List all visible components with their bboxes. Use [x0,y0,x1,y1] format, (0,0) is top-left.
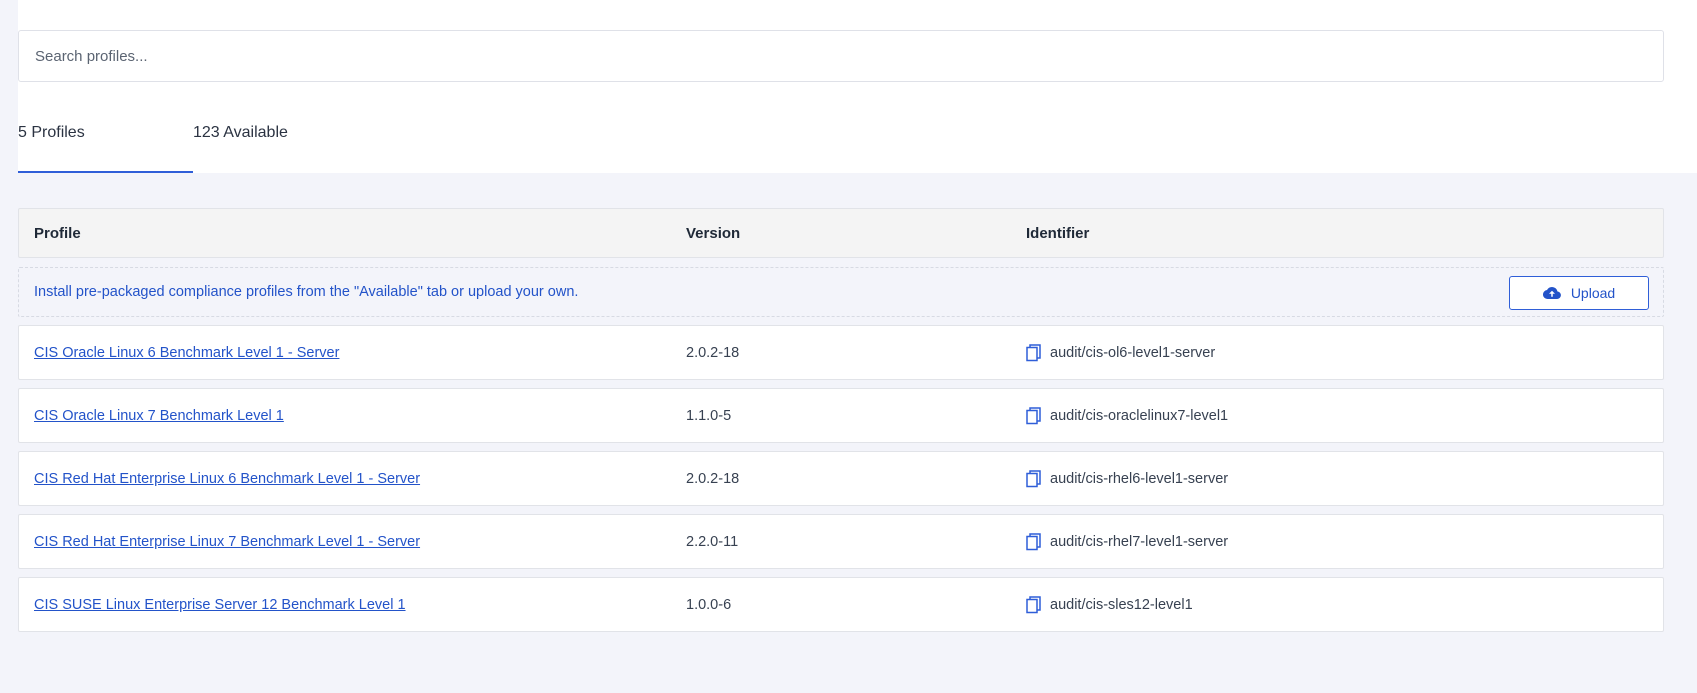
copy-icon[interactable] [1026,469,1042,488]
header-identifier: Identifier [1026,224,1090,242]
upload-label: Upload [1570,285,1616,301]
search-input[interactable] [19,31,1663,81]
profile-identifier: audit/cis-rhel7-level1-server [1026,532,1229,551]
profile-version: 2.0.2-18 [686,344,740,361]
profiles-table: Profile Version Identifier Install pre-p… [18,208,1664,632]
profile-tabs: 5 Profiles 123 Available [18,118,288,173]
profile-identifier: audit/cis-rhel6-level1-server [1026,469,1229,488]
profile-identifier: audit/cis-oraclelinux7-level1 [1026,406,1229,425]
profile-version: 1.1.0-5 [686,407,732,424]
profile-identifier: audit/cis-sles12-level1 [1026,595,1193,614]
search-box[interactable] [18,30,1664,82]
profile-link[interactable]: CIS Red Hat Enterprise Linux 7 Benchmark… [34,534,420,550]
table-row: CIS Red Hat Enterprise Linux 7 Benchmark… [18,514,1664,569]
profile-version: 1.0.0-6 [686,596,732,613]
profile-link[interactable]: CIS Oracle Linux 6 Benchmark Level 1 - S… [34,345,339,361]
profile-version: 2.0.2-18 [686,470,740,487]
profile-link[interactable]: CIS SUSE Linux Enterprise Server 12 Benc… [34,597,406,613]
profile-identifier: audit/cis-ol6-level1-server [1026,343,1216,362]
table-row: CIS Oracle Linux 7 Benchmark Level 1 1.1… [18,388,1664,443]
identifier-text: audit/cis-rhel7-level1-server [1050,533,1229,550]
copy-icon[interactable] [1026,595,1042,614]
copy-icon[interactable] [1026,406,1042,425]
identifier-text: audit/cis-oraclelinux7-level1 [1050,407,1229,424]
cloud-upload-icon [1542,286,1561,300]
table-header: Profile Version Identifier [18,208,1664,258]
left-edge [0,0,18,693]
copy-icon[interactable] [1026,532,1042,551]
profile-link[interactable]: CIS Red Hat Enterprise Linux 6 Benchmark… [34,471,420,487]
table-row: CIS SUSE Linux Enterprise Server 12 Benc… [18,577,1664,632]
identifier-text: audit/cis-sles12-level1 [1050,596,1193,613]
upload-button[interactable]: Upload [1509,276,1649,310]
table-row: CIS Red Hat Enterprise Linux 6 Benchmark… [18,451,1664,506]
table-row: CIS Oracle Linux 6 Benchmark Level 1 - S… [18,325,1664,380]
copy-icon[interactable] [1026,343,1042,362]
banner-text: Install pre-packaged compliance profiles… [34,284,579,300]
identifier-text: audit/cis-rhel6-level1-server [1050,470,1229,487]
profile-version: 2.2.0-11 [686,533,739,550]
header-version: Version [686,224,741,242]
install-banner: Install pre-packaged compliance profiles… [18,267,1664,317]
tab-profiles[interactable]: 5 Profiles [18,118,193,173]
profile-link[interactable]: CIS Oracle Linux 7 Benchmark Level 1 [34,408,284,424]
tab-available[interactable]: 123 Available [193,118,288,173]
identifier-text: audit/cis-ol6-level1-server [1050,344,1216,361]
header-profile: Profile [34,224,81,242]
